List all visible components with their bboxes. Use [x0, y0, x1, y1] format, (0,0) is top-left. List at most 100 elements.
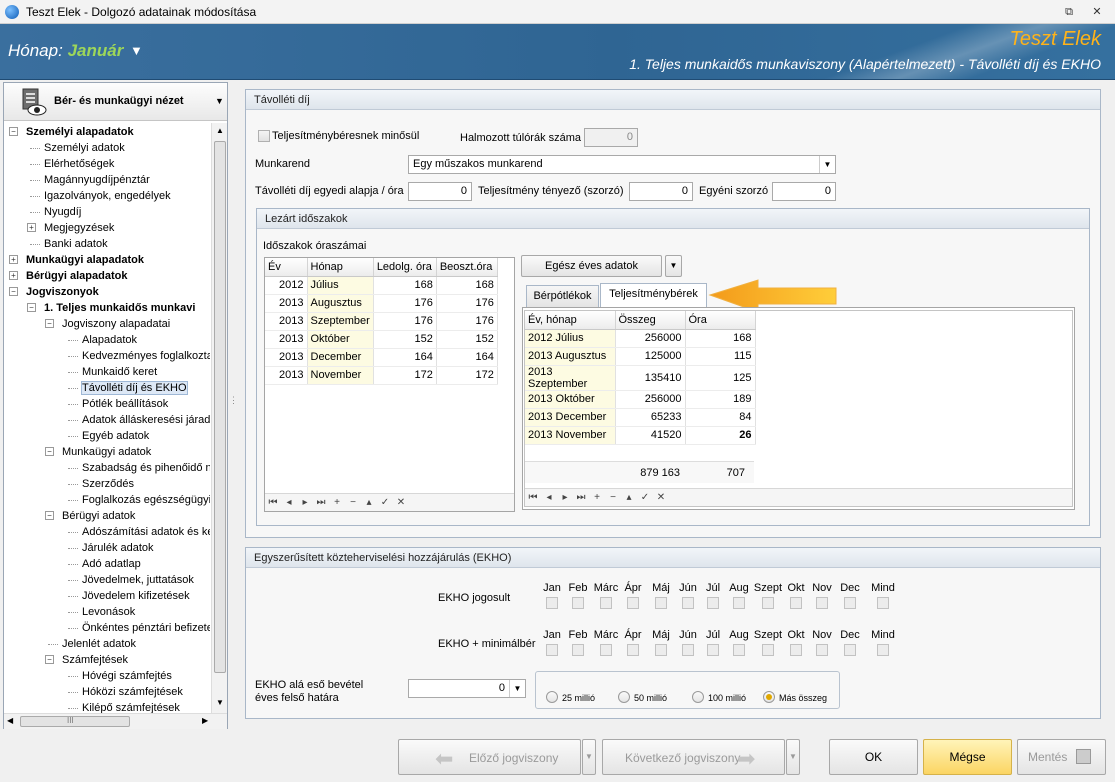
ekho-jogosult-checkbox[interactable]: [762, 597, 774, 609]
nav-prev-icon[interactable]: ◂: [281, 497, 297, 508]
column-header[interactable]: Év: [265, 258, 308, 277]
tree-item[interactable]: Nyugdíj: [44, 204, 81, 220]
ekho-jogosult-checkbox[interactable]: [877, 597, 889, 609]
ekho-minimalber-checkbox[interactable]: [600, 644, 612, 656]
collapse-icon[interactable]: −: [45, 319, 54, 328]
bevetel-radio[interactable]: [618, 691, 630, 703]
ekho-jogosult-checkbox[interactable]: [844, 597, 856, 609]
tree-item[interactable]: Elérhetőségek: [44, 156, 114, 172]
tree-item[interactable]: Levonások: [82, 604, 135, 620]
alap-input[interactable]: 0: [408, 182, 472, 201]
bevetel-input[interactable]: 0 ▼: [408, 679, 526, 698]
nav-last-icon[interactable]: ⏭: [573, 492, 589, 503]
tree-item[interactable]: Szerződés: [82, 476, 134, 492]
ekho-minimalber-checkbox[interactable]: [877, 644, 889, 656]
nav-cancel-icon[interactable]: ✕: [653, 492, 669, 503]
tree-item[interactable]: Alapadatok: [82, 332, 137, 348]
ekho-minimalber-checkbox[interactable]: [816, 644, 828, 656]
ekho-jogosult-checkbox[interactable]: [600, 597, 612, 609]
tree-item[interactable]: Kedvezményes foglalkozta: [82, 348, 210, 364]
munkarend-select[interactable]: Egy műszakos munkarend ▼: [408, 155, 836, 174]
ekho-jogosult-checkbox[interactable]: [655, 597, 667, 609]
tree-vertical-scrollbar[interactable]: ▲ ▼: [211, 123, 227, 713]
nav-confirm-icon[interactable]: ✓: [637, 492, 653, 503]
tree-item[interactable]: Adószámítási adatok és ke: [82, 524, 210, 540]
nav-add-icon[interactable]: +: [329, 497, 345, 508]
ok-button[interactable]: OK: [829, 739, 918, 775]
idoszakok-grid[interactable]: Év Hónap Ledolg. óra Beoszt.óra 2012 Július 16…: [264, 257, 515, 512]
egyeni-input[interactable]: 0: [772, 182, 836, 201]
close-icon[interactable]: ✕: [1090, 5, 1104, 19]
restore-icon[interactable]: ⧉: [1062, 5, 1076, 19]
kovetkezo-jogviszony-button[interactable]: Következő jogviszony ➡: [602, 739, 785, 775]
table-row[interactable]: 2013 Szeptember 176 176: [265, 312, 498, 331]
collapse-icon[interactable]: −: [45, 511, 54, 520]
tree-item[interactable]: Jövedelem kifizetések: [82, 588, 190, 604]
table-row[interactable]: 2013 Szeptember 135410 125: [525, 365, 756, 391]
collapse-icon[interactable]: −: [45, 655, 54, 664]
month-selector[interactable]: Hónap: Január: [8, 41, 123, 61]
ekho-minimalber-checkbox[interactable]: [707, 644, 719, 656]
teljesitmenyberek-grid[interactable]: Év, hónap Összeg Óra 2012 Július 256000 168 20…: [524, 310, 1073, 507]
view-selector[interactable]: Bér- és munkaügyi nézet ▼: [4, 83, 227, 121]
nav-prev-icon[interactable]: ◂: [541, 492, 557, 503]
table-row[interactable]: 2013 December 164 164: [265, 348, 498, 367]
tree-item[interactable]: Jövedelmek, juttatások: [82, 572, 194, 588]
tree-item[interactable]: Adatok álláskeresési járade: [82, 412, 210, 428]
nav-up-icon[interactable]: ▴: [621, 492, 637, 503]
tree-item[interactable]: Szabadság és pihenőidő ny: [82, 460, 210, 476]
column-header[interactable]: Ledolg. óra: [373, 258, 437, 277]
column-header[interactable]: Beoszt.óra: [436, 258, 498, 277]
ekho-minimalber-checkbox[interactable]: [655, 644, 667, 656]
tree-item[interactable]: Magánnyugdíjpénztár: [44, 172, 150, 188]
ekho-minimalber-checkbox[interactable]: [762, 644, 774, 656]
tree-item[interactable]: Igazolványok, engedélyek: [44, 188, 171, 204]
nav-delete-icon[interactable]: −: [605, 492, 621, 503]
nav-delete-icon[interactable]: −: [345, 497, 361, 508]
ekho-jogosult-checkbox[interactable]: [790, 597, 802, 609]
nav-up-icon[interactable]: ▴: [361, 497, 377, 508]
mentes-button[interactable]: Mentés: [1017, 739, 1106, 775]
tree-item[interactable]: Megjegyzések: [44, 220, 114, 236]
ekho-minimalber-checkbox[interactable]: [627, 644, 639, 656]
nav-first-icon[interactable]: ⏮: [525, 492, 541, 503]
table-row[interactable]: 2013 Október 256000 189: [525, 390, 756, 409]
kovetkezo-dropdown-icon[interactable]: ▼: [786, 739, 800, 775]
tree-item[interactable]: Jogviszony alapadatai: [62, 316, 170, 332]
ekho-jogosult-checkbox[interactable]: [546, 597, 558, 609]
collapse-icon[interactable]: −: [45, 447, 54, 456]
expand-icon[interactable]: +: [9, 271, 18, 280]
elozo-dropdown-icon[interactable]: ▼: [582, 739, 596, 775]
tenyezo-input[interactable]: 0: [629, 182, 693, 201]
column-header[interactable]: Hónap: [307, 258, 374, 277]
egesz-eves-button[interactable]: Egész éves adatok: [521, 255, 662, 277]
ekho-minimalber-checkbox[interactable]: [790, 644, 802, 656]
view-dropdown-icon[interactable]: ▼: [215, 96, 224, 106]
column-header[interactable]: Összeg: [615, 311, 686, 330]
tree-item[interactable]: Kilépő számfejtések: [82, 700, 180, 713]
collapse-icon[interactable]: −: [9, 287, 18, 296]
ekho-minimalber-checkbox[interactable]: [682, 644, 694, 656]
ekho-jogosult-checkbox[interactable]: [733, 597, 745, 609]
table-row[interactable]: 2012 Július 256000 168: [525, 329, 756, 348]
tree-item[interactable]: Pótlék beállítások: [82, 396, 168, 412]
ekho-jogosult-checkbox[interactable]: [572, 597, 584, 609]
tree-item[interactable]: Távolléti díj és EKHO: [81, 380, 188, 396]
elozo-jogviszony-button[interactable]: ⬅ Előző jogviszony: [398, 739, 581, 775]
scroll-left-icon[interactable]: ◀: [7, 716, 13, 725]
ekho-jogosult-checkbox[interactable]: [816, 597, 828, 609]
teljesitmenyberes-checkbox[interactable]: [258, 130, 270, 142]
tree-item[interactable]: Munkaügyi adatok: [62, 444, 151, 460]
collapse-icon[interactable]: −: [27, 303, 36, 312]
megse-button[interactable]: Mégse: [923, 739, 1012, 775]
ekho-jogosult-checkbox[interactable]: [627, 597, 639, 609]
scroll-down-icon[interactable]: ▼: [216, 698, 224, 707]
nav-next-icon[interactable]: ▸: [557, 492, 573, 503]
tree-item[interactable]: Munkaidő keret: [82, 364, 157, 380]
tree-item[interactable]: Munkaügyi alapadatok: [26, 252, 144, 268]
tree-item[interactable]: Adó adatlap: [82, 556, 141, 572]
tab-berpotlekok[interactable]: Bérpótlékok: [526, 285, 599, 307]
tree-horizontal-scrollbar[interactable]: ◀ III ▶: [4, 713, 227, 729]
nav-last-icon[interactable]: ⏭: [313, 497, 329, 508]
ekho-minimalber-checkbox[interactable]: [546, 644, 558, 656]
